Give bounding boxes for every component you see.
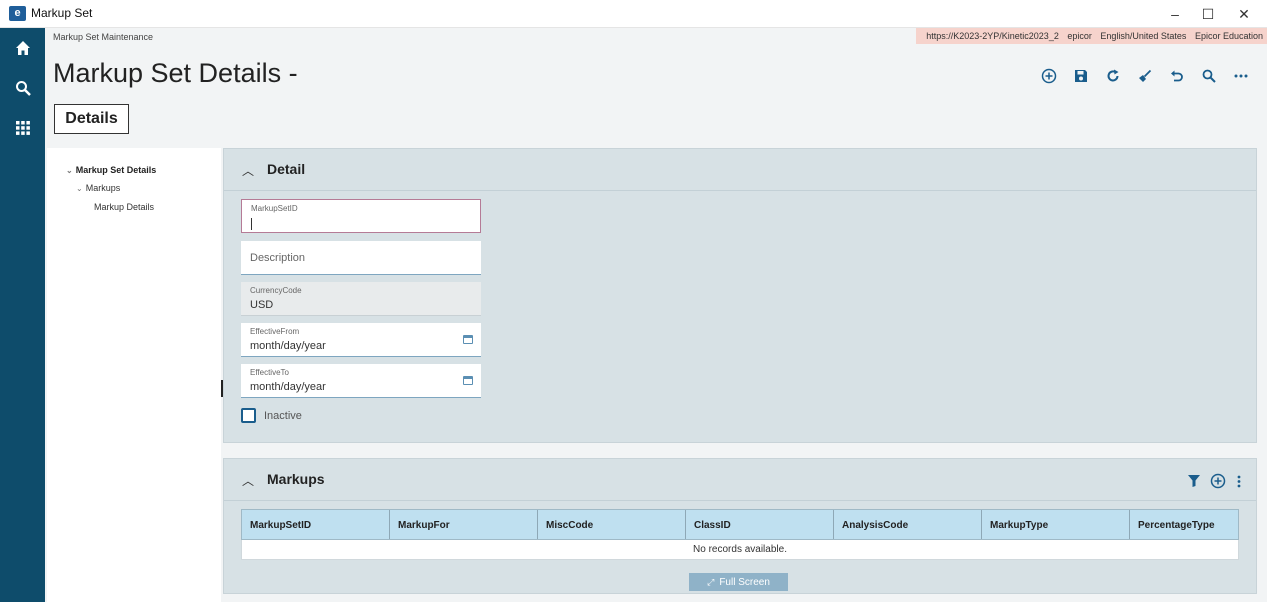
field-value: month/day/year (250, 381, 326, 393)
close-button[interactable]: ✕ (1232, 4, 1256, 24)
description-field[interactable]: Description (241, 241, 481, 275)
full-screen-label: Full Screen (719, 577, 770, 588)
minimize-button[interactable]: – (1163, 4, 1187, 24)
tree-item-label: Markups (85, 183, 121, 193)
panel-splitter-handle[interactable] (221, 380, 223, 397)
field-label: CurrencyCode (250, 286, 302, 295)
tree-item-markup-details[interactable]: Markup Details (94, 202, 154, 212)
left-navigation (0, 28, 45, 602)
tree-item-markup-set-details[interactable]: ⌄ Markup Set Details (66, 165, 156, 175)
undo-icon[interactable] (1161, 64, 1193, 88)
inactive-label: Inactive (264, 410, 302, 422)
refresh-icon[interactable] (1097, 64, 1129, 88)
effective-from-field[interactable]: EffectiveFrom month/day/year (241, 323, 481, 357)
main-content: Markup Set Maintenance https://K2023-2YP… (45, 28, 1267, 602)
chevron-down-icon: ⌄ (66, 166, 73, 175)
field-value: month/day/year (250, 340, 326, 352)
window-title-bar: e Markup Set – ☐ ✕ (0, 0, 1267, 28)
detail-panel-title: Detail (267, 161, 306, 177)
field-value: USD (250, 299, 274, 311)
tab-details[interactable]: Details (54, 104, 129, 134)
search-icon[interactable] (1193, 64, 1225, 88)
grid-toolbar (1188, 473, 1242, 489)
tree-item-label: Markup Set Details (75, 165, 157, 175)
column-header[interactable]: AnalysisCode (834, 510, 982, 539)
environment-info: https://K2023-2YP/Kinetic2023_2 epicor E… (916, 28, 1267, 44)
calendar-icon[interactable] (463, 376, 473, 385)
company-name[interactable]: epicor (1067, 31, 1092, 41)
apps-grid-icon[interactable] (0, 108, 45, 148)
language-selector[interactable]: English/United States (1100, 31, 1186, 41)
toolbar (1033, 64, 1257, 88)
add-new-icon[interactable] (1033, 64, 1065, 88)
save-icon[interactable] (1065, 64, 1097, 88)
markups-panel-title: Markups (267, 471, 325, 487)
clear-icon[interactable] (1129, 64, 1161, 88)
detail-panel-header[interactable]: ︿ Detail (224, 149, 1256, 191)
site-name[interactable]: Epicor Education (1195, 31, 1263, 41)
detail-panel: ︿ Detail MarkupSetID Description Currenc… (223, 148, 1257, 443)
column-header[interactable]: MiscCode (538, 510, 686, 539)
chevron-up-icon[interactable]: ︿ (242, 162, 254, 179)
window-title: Markup Set (31, 6, 93, 20)
markups-panel: ︿ Markups MarkupSetID MarkupFor MiscCode… (223, 458, 1257, 594)
column-header[interactable]: PercentageType (1130, 510, 1238, 539)
search-icon[interactable] (0, 68, 45, 108)
currency-code-field: CurrencyCode USD (241, 282, 481, 316)
page-title: Markup Set Details - (53, 58, 298, 88)
breadcrumb: Markup Set Maintenance (53, 32, 154, 42)
markups-grid: MarkupSetID MarkupFor MiscCode ClassID A… (241, 509, 1239, 560)
column-header[interactable]: MarkupSetID (242, 510, 390, 539)
column-header[interactable]: MarkupType (982, 510, 1130, 539)
add-row-icon[interactable] (1210, 473, 1226, 489)
chevron-up-icon[interactable]: ︿ (242, 472, 254, 489)
field-label: EffectiveFrom (250, 327, 300, 336)
inactive-checkbox[interactable] (241, 408, 256, 423)
column-header[interactable]: ClassID (686, 510, 834, 539)
maximize-button[interactable]: ☐ (1196, 4, 1220, 24)
app-logo-icon: e (9, 6, 26, 21)
text-cursor (251, 218, 252, 230)
more-icon[interactable] (1225, 64, 1257, 88)
calendar-icon[interactable] (463, 335, 473, 344)
tree-item-markups[interactable]: ⌄ Markups (76, 183, 120, 193)
more-vertical-icon[interactable] (1236, 474, 1242, 488)
field-label: MarkupSetID (251, 204, 298, 213)
chevron-down-icon: ⌄ (76, 184, 83, 193)
effective-to-field[interactable]: EffectiveTo month/day/year (241, 364, 481, 398)
home-icon[interactable] (0, 28, 45, 68)
grid-header: MarkupSetID MarkupFor MiscCode ClassID A… (241, 509, 1239, 540)
server-url: https://K2023-2YP/Kinetic2023_2 (926, 31, 1059, 41)
filter-icon[interactable] (1188, 475, 1200, 487)
navigation-tree: ⌄ Markup Set Details ⌄ Markups Markup Deta… (47, 148, 221, 602)
expand-icon: ⤢ (707, 577, 715, 587)
markups-panel-header[interactable]: ︿ Markups (224, 459, 1256, 501)
column-header[interactable]: MarkupFor (390, 510, 538, 539)
full-screen-button[interactable]: ⤢ Full Screen (689, 573, 788, 591)
empty-grid-message: No records available. (241, 540, 1239, 560)
markup-set-id-field[interactable]: MarkupSetID (241, 199, 481, 233)
field-placeholder: Description (250, 252, 306, 264)
tree-item-label: Markup Details (94, 202, 155, 212)
field-label: EffectiveTo (250, 368, 289, 377)
